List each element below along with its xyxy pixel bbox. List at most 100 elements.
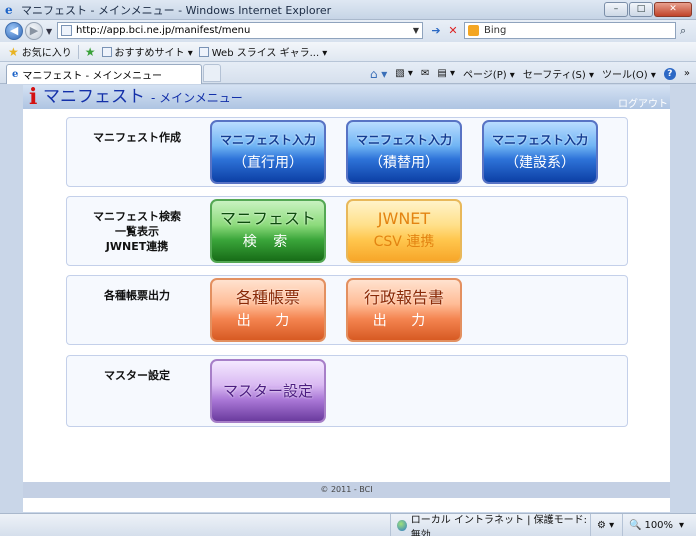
url-text: http://app.bci.ne.jp/manifest/menu: [76, 25, 251, 36]
zoom-level: 100%: [644, 520, 674, 531]
page-header: i マニフェスト - メインメニュー ログアウト: [23, 84, 670, 110]
zoom-dropdown-icon: ▾: [679, 520, 685, 531]
favorite-item-webslice[interactable]: Web スライス ギャラ... ▾: [198, 44, 328, 59]
page-icon: [101, 46, 112, 57]
zone-text: ローカル イントラネット | 保護モード: 無効: [410, 514, 588, 536]
button-line1: 各種帳票: [235, 288, 300, 307]
address-dropdown-icon[interactable]: ▼: [413, 26, 419, 35]
zoom-icon: 🔍: [629, 520, 642, 531]
master-settings-button[interactable]: マスター設定: [210, 359, 326, 423]
row-label: マニフェスト検索 一覧表示 JWNET連携: [93, 210, 181, 253]
page-title: マニフェスト - メインメニュー: [43, 87, 243, 108]
manifest-input-direct-button[interactable]: マニフェスト入力 （直行用）: [210, 120, 326, 184]
menu-row-create: マニフェスト作成 マニフェスト入力 （直行用） マニフェスト入力 （積替用） マ…: [66, 117, 628, 187]
maximize-button[interactable]: □: [629, 2, 653, 17]
button-line2: （建設系）: [505, 155, 575, 171]
page-icon: [198, 46, 209, 57]
button-line1: マスター設定: [222, 382, 313, 400]
menu-row-master: マスター設定 マスター設定: [66, 355, 628, 427]
button-line1: マニフェスト入力: [355, 133, 452, 147]
close-button[interactable]: ✕: [654, 2, 692, 17]
security-zone[interactable]: ローカル イントラネット | 保護モード: 無効: [390, 514, 588, 536]
chevron-more-icon[interactable]: »: [684, 68, 690, 79]
command-bar: ⌂ ▾ ▧ ▾ ✉ ▤ ▾ ページ(P) ▾ セーフティ(S) ▾ ツール(O)…: [370, 66, 690, 82]
mail-icon[interactable]: ✉: [421, 68, 429, 79]
feeds-icon[interactable]: ▧ ▾: [395, 68, 413, 79]
menu-row-reports: 各種帳票出力 各種帳票 出 力 行政報告書 出 力: [66, 275, 628, 345]
row-label: 各種帳票出力: [104, 289, 170, 302]
button-line2: （積替用）: [369, 155, 439, 171]
favorites-label: お気に入り: [21, 48, 72, 59]
new-tab-button[interactable]: [203, 64, 221, 82]
minimize-button[interactable]: –: [604, 2, 628, 17]
forward-button[interactable]: ▶: [25, 22, 43, 40]
address-toolbar: ◀ ▶ ▼ http://app.bci.ne.jp/manifest/menu…: [0, 20, 696, 42]
admin-report-output-button[interactable]: 行政報告書 出 力: [346, 278, 462, 342]
page-footer: © 2011 - BCI: [23, 482, 670, 498]
favorites-button[interactable]: ★ お気に入り: [8, 44, 72, 60]
favorite-item-recommended[interactable]: おすすめサイト ▾: [101, 44, 193, 59]
settings-icon: ⚙ ▾: [597, 520, 615, 531]
status-bar: ローカル イントラネット | 保護モード: 無効 ⚙ ▾ 🔍 100% ▾: [0, 513, 696, 536]
tab-bar: e マニフェスト - メインメニュー ⌂ ▾ ▧ ▾ ✉ ▤ ▾ ページ(P) …: [0, 62, 696, 84]
search-placeholder: Bing: [484, 25, 507, 36]
page-icon: [61, 25, 72, 36]
menu-row-search: マニフェスト検索 一覧表示 JWNET連携 マニフェスト 検 索 JWNET C…: [66, 196, 628, 266]
protected-mode-toggle[interactable]: ⚙ ▾: [590, 514, 620, 536]
tab-title: マニフェスト - メインメニュー: [22, 71, 163, 82]
button-line2: （直行用）: [233, 155, 303, 171]
divider: [77, 44, 79, 59]
button-line1: マニフェスト入力: [219, 133, 316, 147]
home-icon[interactable]: ⌂ ▾: [370, 67, 387, 81]
manifest-input-construction-button[interactable]: マニフェスト入力 （建設系）: [482, 120, 598, 184]
browser-viewport: i マニフェスト - メインメニュー ログアウト マニフェスト作成 マニフェスト入…: [7, 85, 684, 512]
page-menu[interactable]: ページ(P) ▾: [463, 66, 515, 81]
window-titlebar: e マニフェスト - メインメニュー - Windows Internet Ex…: [0, 0, 696, 20]
jwnet-csv-button[interactable]: JWNET CSV 連携: [346, 199, 462, 263]
page-body: i マニフェスト - メインメニュー ログアウト マニフェスト作成 マニフェスト入…: [23, 85, 670, 512]
history-dropdown-icon[interactable]: ▼: [46, 27, 52, 36]
button-line2: 検 索: [242, 234, 294, 250]
stop-icon[interactable]: ✕: [446, 24, 460, 38]
favorite-item-label: おすすめサイト ▾: [114, 48, 193, 59]
window-controls: – □ ✕: [604, 2, 692, 17]
bing-icon: [468, 25, 479, 36]
ie-tab-icon: e: [12, 69, 19, 80]
go-arrow-icon[interactable]: ➔: [429, 24, 443, 38]
button-line2: 出 力: [372, 313, 436, 329]
nav-buttons: ◀ ▶ ▼: [5, 22, 55, 40]
manifest-input-transfer-button[interactable]: マニフェスト入力 （積替用）: [346, 120, 462, 184]
tools-menu[interactable]: ツール(O) ▾: [602, 66, 656, 81]
back-button[interactable]: ◀: [5, 22, 23, 40]
help-icon[interactable]: ?: [663, 67, 676, 80]
add-favorite-button[interactable]: ★: [85, 45, 96, 59]
button-line2: CSV 連携: [373, 234, 435, 250]
window-title: マニフェスト - メインメニュー - Windows Internet Expl…: [21, 3, 332, 17]
row-label: マニフェスト作成: [93, 131, 181, 144]
safety-menu[interactable]: セーフティ(S) ▾: [523, 66, 594, 81]
button-line1: JWNET: [377, 209, 431, 228]
favorite-item-label: Web スライス ギャラ... ▾: [211, 48, 328, 59]
ie-logo-icon: e: [5, 2, 13, 17]
favorites-bar: ★ お気に入り ★ おすすめサイト ▾ Web スライス ギャラ... ▾: [0, 42, 696, 62]
zoom-control[interactable]: 🔍 100% ▾: [622, 514, 692, 536]
search-input[interactable]: Bing: [464, 22, 676, 39]
logout-link[interactable]: ログアウト: [618, 95, 668, 110]
row-label: マスター設定: [104, 369, 170, 382]
favorites-star-icon: ★: [8, 44, 19, 59]
manifest-search-button[interactable]: マニフェスト 検 索: [210, 199, 326, 263]
button-line1: 行政報告書: [363, 288, 444, 307]
app-title: マニフェスト: [43, 87, 145, 107]
button-line1: マニフェスト入力: [491, 133, 588, 147]
page-subtitle: - メインメニュー: [151, 91, 243, 105]
button-line2: 出 力: [236, 313, 300, 329]
tab-main-menu[interactable]: e マニフェスト - メインメニュー: [6, 64, 202, 84]
print-icon[interactable]: ▤ ▾: [437, 68, 455, 79]
search-icon[interactable]: ⌕: [680, 24, 686, 38]
add-favorite-icon: ★: [84, 44, 96, 59]
app-logo-mark: i: [29, 84, 38, 110]
button-line1: マニフェスト: [219, 209, 316, 228]
intranet-globe-icon: [397, 520, 407, 531]
report-output-button[interactable]: 各種帳票 出 力: [210, 278, 326, 342]
address-input[interactable]: http://app.bci.ne.jp/manifest/menu ▼: [57, 22, 423, 39]
